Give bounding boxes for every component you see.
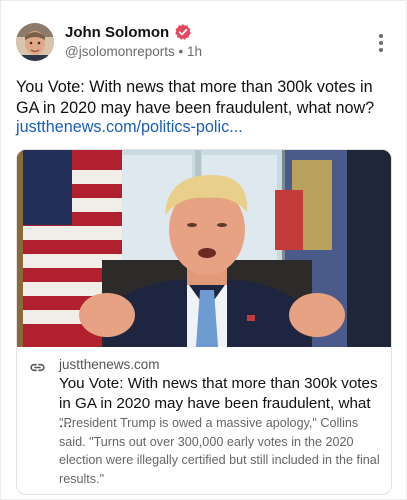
author-avatar[interactable] [16,23,54,61]
timestamp[interactable]: 1h [187,44,202,59]
link-description: "President Trump is owed a massive apolo… [59,416,380,486]
post-link[interactable]: justthenews.com/politics-polic... [16,117,243,138]
author-name-row: John Solomon [65,23,192,41]
link-domain: justthenews.com [59,357,160,372]
link-preview-body: justthenews.com You Vote: With news that… [17,347,391,494]
separator-dot: • [178,44,184,59]
post-text: You Vote: With news that more than 300k … [16,78,375,117]
post-card: John Solomon @jsolomonreports • 1h You V… [0,0,407,500]
author-name[interactable]: John Solomon [65,24,169,41]
link-preview-card[interactable]: justthenews.com You Vote: With news that… [16,149,392,495]
link-preview-image [17,150,391,347]
more-options-icon[interactable] [378,34,384,52]
verified-badge-icon [175,24,192,40]
author-handle[interactable]: @jsolomonreports [65,44,175,59]
link-icon [30,363,45,372]
handle-row: @jsolomonreports • 1h [65,44,202,59]
